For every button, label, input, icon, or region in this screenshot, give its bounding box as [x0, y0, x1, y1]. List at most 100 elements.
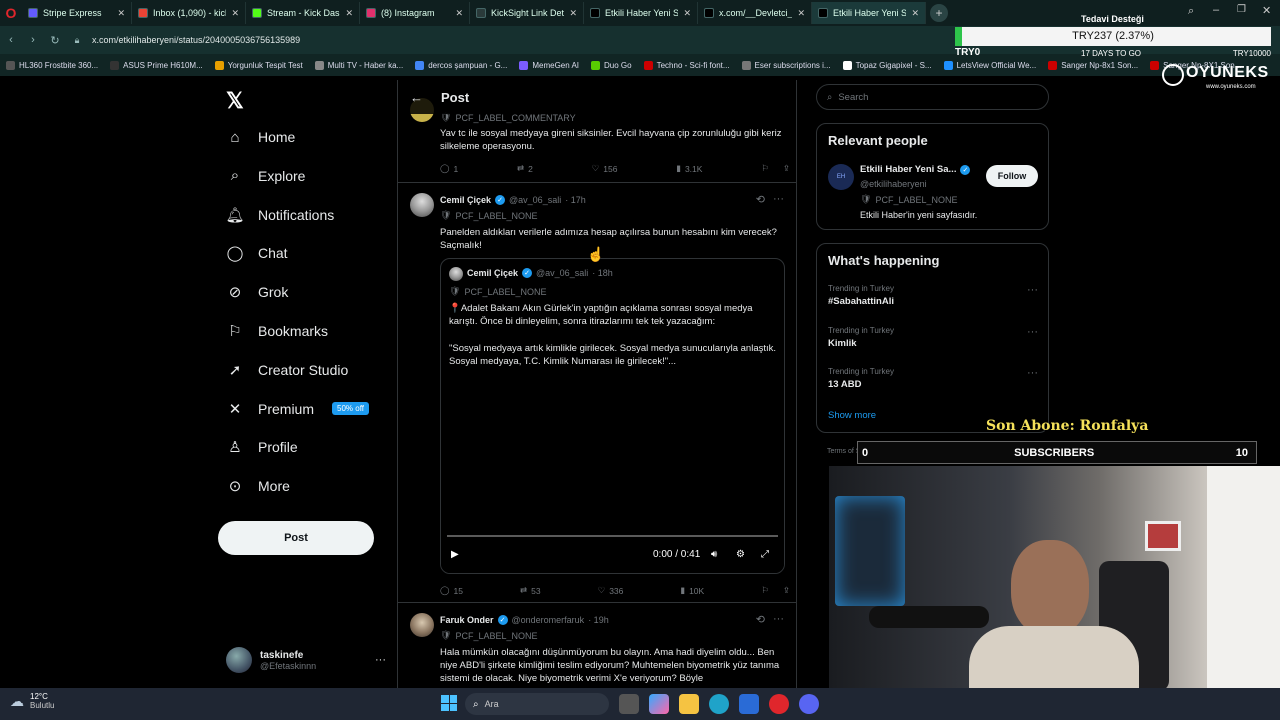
bookmark-item[interactable]: Topaz Gigapixel - S...: [837, 60, 938, 70]
bookmark-item[interactable]: Techno - Sci-fi font...: [638, 60, 736, 70]
close-tab-icon[interactable]: ✕: [231, 8, 239, 19]
close-tab-icon[interactable]: ✕: [797, 8, 805, 19]
close-tab-icon[interactable]: ✕: [683, 8, 691, 19]
bookmark-item[interactable]: Eser subscriptions i...: [736, 60, 837, 70]
tab-3[interactable]: (8) Instagram ✕: [360, 2, 470, 24]
weather-widget[interactable]: ☁ 12°C Bulutlu: [10, 692, 54, 710]
grok-explain-icon[interactable]: ⟲: [756, 193, 765, 206]
account-switcher[interactable]: taskinefe @Efetaskinnn ···: [226, 642, 386, 678]
forward-icon[interactable]: ›: [22, 34, 44, 46]
close-tab-icon[interactable]: ✕: [911, 8, 919, 19]
close-tab-icon[interactable]: ✕: [117, 8, 125, 19]
nav-item-chat[interactable]: ◯ Chat: [226, 244, 288, 262]
nav-item-profile[interactable]: ♙ Profile: [226, 438, 297, 456]
close-tab-icon[interactable]: ✕: [345, 8, 353, 19]
trend-item[interactable]: Trending in Turkey Kimlik ···: [828, 326, 1038, 349]
quoted-post[interactable]: Cemil Çiçek ✓ @av_06_sali · 18h 🛡︎ PCF_LA…: [440, 258, 785, 574]
timestamp[interactable]: · 17h: [565, 195, 586, 205]
reply-button[interactable]: ◯ 1: [440, 163, 458, 174]
author-handle[interactable]: @onderomerfaruk: [512, 615, 585, 625]
more-dots-icon[interactable]: ···: [1027, 284, 1038, 296]
repost-button[interactable]: ⇄ 53: [520, 585, 541, 596]
fullscreen-icon[interactable]: ⤢: [761, 549, 769, 560]
nav-item-premium[interactable]: ✕ Premium 50% off: [226, 400, 369, 418]
bookmark-button[interactable]: ⚐ ⇪: [761, 585, 790, 596]
follow-button[interactable]: Follow: [986, 165, 1038, 187]
play-icon[interactable]: ▶: [451, 549, 459, 560]
show-more-link[interactable]: Show more: [828, 410, 876, 421]
grok-explain-icon[interactable]: ⟲: [756, 613, 765, 626]
post-button[interactable]: Post: [218, 521, 374, 555]
store-icon[interactable]: [739, 694, 759, 714]
trend-item[interactable]: Trending in Turkey #SabahattinAli ···: [828, 284, 1038, 307]
bookmark-item[interactable]: ASUS Prime H610M...: [104, 60, 209, 70]
video-player[interactable]: ▶ 0:00 / 0:41 🔊︎ ⚙ ⤢: [441, 379, 784, 573]
start-button[interactable]: [441, 695, 457, 711]
opera-logo-icon[interactable]: O: [0, 0, 22, 26]
back-arrow-icon[interactable]: ←: [410, 90, 423, 105]
bookmark-button[interactable]: ⚐ ⇪: [761, 163, 790, 174]
edge-icon[interactable]: [709, 694, 729, 714]
repost-button[interactable]: ⇄ 2: [517, 163, 533, 174]
nav-item-home[interactable]: ⌂ Home: [226, 128, 295, 146]
nav-item-bookmarks[interactable]: ⚐ Bookmarks: [226, 322, 328, 340]
avatar[interactable]: EH: [828, 164, 854, 190]
opera-icon[interactable]: [769, 694, 789, 714]
lock-icon[interactable]: 🔒︎: [66, 35, 88, 46]
close-tab-icon[interactable]: ✕: [569, 8, 577, 19]
author-name[interactable]: Faruk Onder: [440, 615, 494, 625]
bookmark-item[interactable]: dercos şampuan - G...: [409, 60, 513, 70]
timestamp[interactable]: · 19h: [588, 615, 609, 625]
bookmark-item[interactable]: MemeGen AI: [513, 60, 585, 70]
bookmark-item[interactable]: HL360 Frostbite 360...: [0, 60, 104, 70]
video-progress-bar[interactable]: [447, 535, 778, 537]
nav-item-explore[interactable]: ⌕ Explore: [226, 167, 306, 185]
tab-7[interactable]: Etkili Haber Yeni Sayfa on ✕: [812, 2, 926, 24]
file-explorer-icon[interactable]: [679, 694, 699, 714]
close-tab-icon[interactable]: ✕: [455, 8, 463, 19]
volume-icon[interactable]: 🔊︎: [711, 549, 717, 560]
tab-0[interactable]: Stripe Express ✕: [22, 2, 132, 24]
nav-item-more[interactable]: ⊙ More: [226, 477, 290, 495]
tab-favicon-icon: [590, 8, 600, 18]
more-dots-icon[interactable]: ···: [1027, 367, 1038, 379]
bookmark-item[interactable]: Duo Go: [585, 60, 638, 70]
like-button[interactable]: ♡ 336: [598, 585, 624, 596]
tab-4[interactable]: KickSight Link Detector ✕: [470, 2, 584, 24]
reload-icon[interactable]: ↻: [44, 34, 66, 47]
x-logo-icon[interactable]: 𝕏: [226, 88, 244, 114]
person-name[interactable]: Etkili Haber Yeni Sa...: [860, 164, 956, 175]
more-dots-icon[interactable]: ···: [773, 193, 784, 206]
nav-item-grok[interactable]: ⊘ Grok: [226, 283, 289, 301]
back-icon[interactable]: ‹: [0, 34, 22, 46]
like-button[interactable]: ♡ 156: [592, 163, 618, 174]
more-dots-icon[interactable]: ···: [773, 613, 784, 626]
reply-button[interactable]: ◯ 15: [440, 585, 463, 596]
copilot-icon[interactable]: [649, 694, 669, 714]
discord-icon[interactable]: [799, 694, 819, 714]
nav-item-notifications[interactable]: 🔔︎ Notifications: [225, 206, 334, 224]
author-name[interactable]: Cemil Çiçek: [440, 195, 491, 205]
task-view-icon[interactable]: [619, 694, 639, 714]
taskbar-search[interactable]: ⌕ Ara: [465, 693, 609, 715]
bookmark-item[interactable]: Multi TV - Haber ka...: [309, 60, 409, 70]
more-dots-icon[interactable]: ···: [375, 654, 386, 666]
bookmark-item[interactable]: Yorgunluk Tespit Test: [209, 60, 309, 70]
settings-icon[interactable]: ⚙: [736, 549, 745, 560]
share-icon[interactable]: ⇪: [783, 163, 790, 174]
tab-1[interactable]: Inbox (1,090) - kicktaskin ✕: [132, 2, 246, 24]
nav-item-creator-studio[interactable]: ➚ Creator Studio: [226, 361, 349, 379]
tab-2[interactable]: Stream - Kick Dashboard ✕: [246, 2, 360, 24]
reply-item[interactable]: Faruk Onder ✓ @onderomerfaruk · 19h ⟲ ···…: [398, 603, 796, 690]
views-button[interactable]: ▮ 3.1K: [676, 163, 702, 174]
url-field[interactable]: x.com/etkilihaberyeni/status/20400050367…: [92, 35, 300, 45]
more-dots-icon[interactable]: ···: [1027, 326, 1038, 338]
trend-item[interactable]: Trending in Turkey 13 ABD ···: [828, 367, 1038, 390]
share-icon[interactable]: ⇪: [783, 585, 790, 596]
views-button[interactable]: ▮ 10K: [680, 585, 704, 596]
new-tab-button[interactable]: +: [930, 4, 948, 22]
search-input[interactable]: ⌕ Search: [816, 84, 1049, 110]
author-handle[interactable]: @av_06_sali: [509, 195, 561, 205]
tab-6[interactable]: x.com/__Devletci__/statu ✕: [698, 2, 812, 24]
tab-5[interactable]: Etkili Haber Yeni Sayfa on ✕: [584, 2, 698, 24]
